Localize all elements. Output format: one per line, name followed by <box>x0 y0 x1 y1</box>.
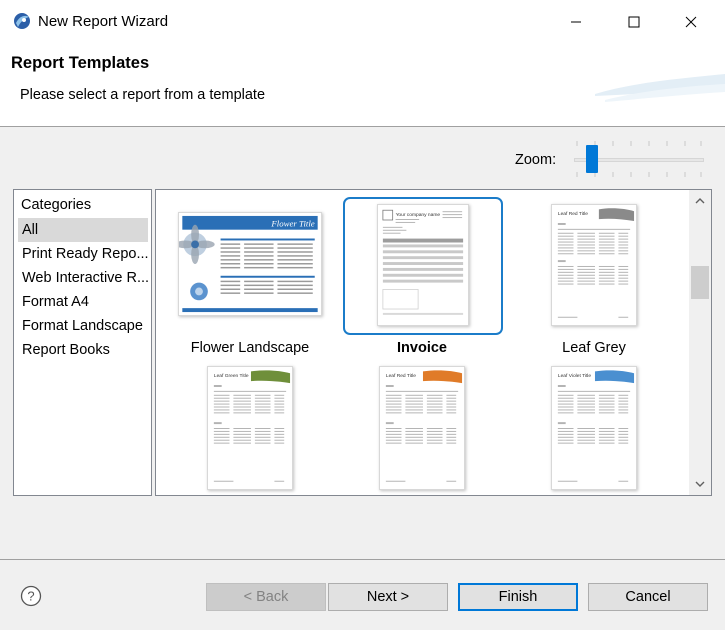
flower-landscape-thumbnail: Flower Title <box>178 212 322 316</box>
minimize-icon <box>571 21 581 23</box>
flower-thumb-title: Flower Title <box>270 219 314 229</box>
invoice-thumbnail: Your company name <box>377 204 469 326</box>
report-wizard-icon <box>14 13 30 29</box>
zoom-label: Zoom: <box>515 152 557 168</box>
help-icon[interactable]: ? <box>20 585 42 607</box>
category-format-landscape[interactable]: Format Landscape <box>18 314 148 338</box>
close-button[interactable] <box>668 0 714 44</box>
template-label: Invoice <box>397 340 447 356</box>
category-web-interactive[interactable]: Web Interactive R... <box>18 266 148 290</box>
wizard-header: Report Templates Please select a report … <box>0 44 725 126</box>
template-label: Flower Landscape <box>190 340 310 356</box>
categories-list: Categories All Print Ready Repo... Web I… <box>13 189 152 496</box>
scroll-up-button[interactable] <box>689 192 711 210</box>
wizard-footer: ? < Back Next > Finish Cancel <box>0 560 725 630</box>
finish-button[interactable]: Finish <box>458 583 578 611</box>
template-label: Leaf Grey <box>562 340 626 356</box>
leaf-grey-thumb-title: Leaf Red Title <box>558 211 588 217</box>
leaf-violet-thumb-title: Leaf Violet Title <box>558 373 592 379</box>
leaf-green-thumb-title: Leaf Green Title <box>214 373 249 379</box>
header-swoosh-graphic <box>595 74 725 102</box>
category-format-a4[interactable]: Format A4 <box>18 290 148 314</box>
title-bar: New Report Wizard <box>0 0 725 44</box>
svg-text:?: ? <box>27 589 34 604</box>
leaf-red-thumbnail: Leaf Red Title <box>379 366 465 490</box>
close-icon <box>685 16 697 28</box>
categories-heading: Categories <box>21 197 92 213</box>
next-button[interactable]: Next > <box>328 583 448 611</box>
template-gallery: Flower Title Flower Landscape Your compa… <box>155 189 712 496</box>
category-print-ready[interactable]: Print Ready Repo... <box>18 242 148 266</box>
maximize-button[interactable] <box>611 0 657 44</box>
scroll-down-button[interactable] <box>689 475 711 493</box>
minimize-button[interactable] <box>553 0 599 44</box>
window-title: New Report Wizard <box>38 13 169 30</box>
maximize-icon <box>628 16 640 28</box>
scrollbar-thumb[interactable] <box>691 266 709 299</box>
page-description: Please select a report from a template <box>20 87 266 103</box>
wizard-content: Zoom: Categories All Print Ready Repo...… <box>0 127 725 559</box>
chevron-down-icon <box>695 481 705 487</box>
zoom-slider-thumb[interactable] <box>586 145 598 173</box>
invoice-thumb-title: Your company name <box>396 212 441 218</box>
leaf-grey-thumbnail: Leaf Red Title <box>551 204 637 326</box>
cancel-button[interactable]: Cancel <box>588 583 708 611</box>
page-title: Report Templates <box>11 54 150 72</box>
chevron-up-icon <box>695 198 705 204</box>
leaf-red-thumb-title: Leaf Red Title <box>386 373 416 379</box>
back-button[interactable]: < Back <box>206 583 326 611</box>
category-report-books[interactable]: Report Books <box>18 338 148 362</box>
leaf-violet-thumbnail: Leaf Violet Title <box>551 366 637 490</box>
leaf-green-thumbnail: Leaf Green Title <box>207 366 293 490</box>
category-all[interactable]: All <box>18 218 148 242</box>
gallery-scrollbar[interactable] <box>689 190 711 495</box>
